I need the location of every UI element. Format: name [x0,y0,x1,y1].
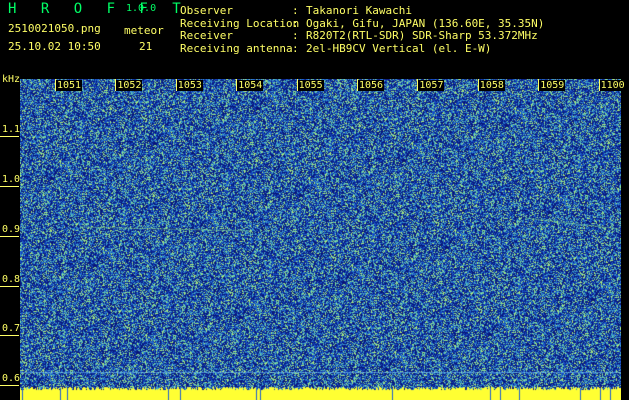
y-tick-label: 0.6 [2,373,21,384]
info-key: Receiving antenna [180,41,293,55]
x-tick-label: 1051 [56,80,83,91]
y-tick-mark [0,236,19,237]
app-title: H R O F F T [8,1,189,17]
meteor-label: meteor [124,24,164,37]
y-tick-label: 0.9 [2,224,21,235]
station-info: Observer: Takanori Kawachi Receiving Loc… [180,4,544,56]
y-tick-label: 0.7 [2,323,21,334]
info-row-antenna: Receiving antenna: 2el-HB9CV Vertical (e… [180,41,544,56]
app-version: 1.0.0 [126,3,157,14]
y-tick-mark [0,136,19,137]
info-value: Takanori Kawachi [306,4,412,17]
y-tick-mark [0,335,19,336]
x-tick-label: 1053 [176,80,203,91]
y-tick-mark [0,186,19,187]
y-tick-label: 1.1 [2,124,21,135]
x-tick-label: 1057 [418,80,445,91]
capture-filename: 2510021050.png [8,22,101,35]
spectrogram-canvas [20,79,621,400]
info-value: 2el-HB9CV Vertical (el. E-W) [306,41,492,55]
header-panel: H R O F F T 1.0.0 2510021050.png meteor … [0,0,629,74]
info-separator: : [292,29,306,42]
info-key: Observer [180,4,233,17]
x-tick-label: 1056 [358,80,385,91]
info-value: R820T2(RTL-SDR) SDR-Sharp 53.372MHz [306,29,538,42]
waterfall-spectrogram [20,79,621,400]
y-tick-mark [0,385,19,386]
y-tick-label: 0.8 [2,274,21,285]
info-row-receiver: Receiver: R820T2(RTL-SDR) SDR-Sharp 53.3… [180,29,544,43]
info-key: Receiver [180,29,233,42]
right-frame [621,79,629,400]
x-tick-label: 1058 [478,80,505,91]
capture-timestamp: 25.10.02 10:50 [8,40,101,53]
x-tick-label: 1059 [539,80,566,91]
y-axis-unit: kHz [2,74,21,85]
x-tick-label: 1054 [237,80,264,91]
info-separator: : [292,4,306,17]
y-tick-label: 1.0 [2,174,21,185]
meteor-count: 21 [139,40,153,53]
x-tick-label: 1052 [116,80,143,91]
x-tick-label: 1055 [297,80,324,91]
x-tick-label: 1100 [599,80,626,91]
info-row-observer: Observer: Takanori Kawachi [180,4,544,18]
info-separator: : [292,41,306,55]
y-tick-mark [0,286,19,287]
